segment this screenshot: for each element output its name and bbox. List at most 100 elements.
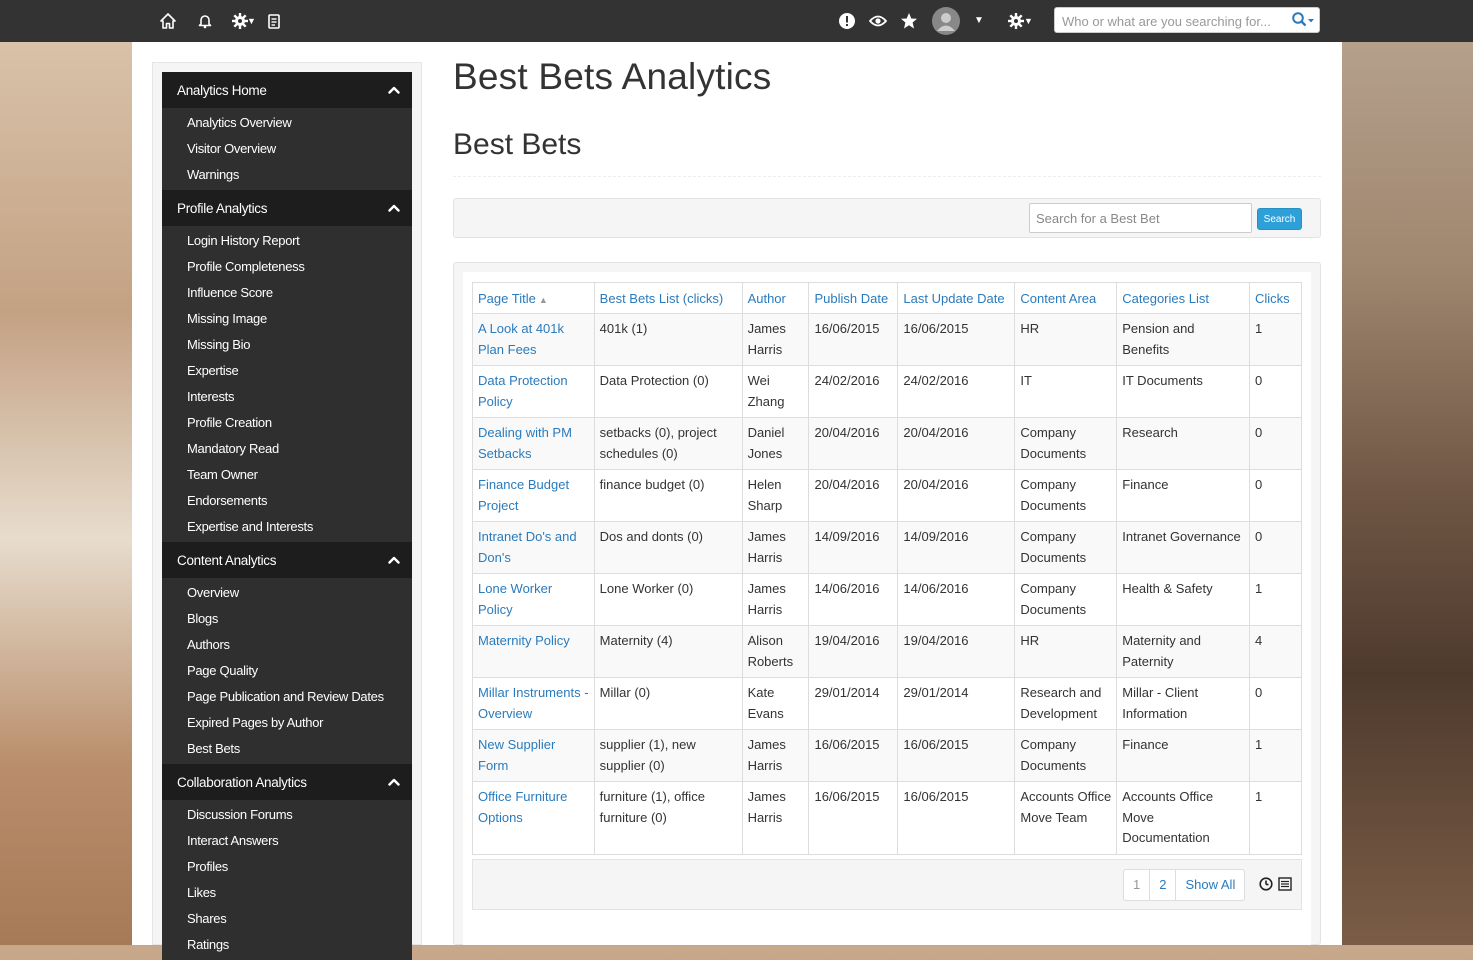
sidebar-section-header[interactable]: Analytics Home — [162, 72, 412, 108]
alert-icon[interactable] — [835, 9, 859, 33]
table-cell: Lone Worker (0) — [593, 573, 743, 626]
column-header[interactable]: Page Title ▲ — [472, 282, 595, 314]
sidebar-section-title: Analytics Home — [177, 82, 267, 98]
table-row: Millar Instruments - Overview Millar (0) K… — [472, 677, 1303, 730]
table-cell: supplier (1), new supplier (0) — [593, 729, 743, 782]
table-cell: Wei Zhang — [741, 365, 810, 418]
sidebar-item[interactable]: Authors — [162, 632, 412, 658]
sidebar-item[interactable]: Best Bets — [162, 736, 412, 762]
chevron-down-icon[interactable]: ▼ — [247, 16, 256, 26]
table-cell: 14/06/2016 — [897, 573, 1016, 626]
sidebar-item[interactable]: Influence Score — [162, 280, 412, 306]
page-title-link[interactable]: Office Furniture Options — [472, 781, 595, 855]
table-cell: HR — [1014, 313, 1118, 366]
section-title: Best Bets — [453, 128, 582, 161]
page-title-link[interactable]: Maternity Policy — [472, 625, 595, 678]
page-title-link[interactable]: Millar Instruments - Overview — [472, 677, 595, 730]
sidebar-item[interactable]: Missing Bio — [162, 332, 412, 358]
page-title-link[interactable]: Data Protection Policy — [472, 365, 595, 418]
table-cell: IT — [1014, 365, 1118, 418]
table-cell: James Harris — [741, 729, 810, 782]
column-header[interactable]: Content Area — [1014, 282, 1118, 314]
page-title-link[interactable]: Intranet Do's and Don's — [472, 521, 595, 574]
column-header[interactable]: Categories List — [1116, 282, 1250, 314]
table-cell: James Harris — [741, 781, 810, 855]
avatar[interactable] — [931, 6, 961, 36]
table-cell: 16/06/2015 — [808, 781, 899, 855]
table-cell: Finance — [1116, 729, 1250, 782]
eye-icon[interactable] — [866, 9, 890, 33]
column-header[interactable]: Clicks — [1248, 282, 1303, 314]
page-title-link[interactable]: Lone Worker Policy — [472, 573, 595, 626]
page-1-link[interactable]: 1 — [1124, 870, 1151, 900]
sidebar-item[interactable]: Login History Report — [162, 228, 412, 254]
chevron-down-icon[interactable]: ▼ — [1024, 16, 1033, 26]
column-header-label: Categories List — [1122, 290, 1209, 306]
sidebar-item[interactable]: Analytics Overview — [162, 110, 412, 136]
chevron-down-icon[interactable]: ▼ — [974, 15, 984, 26]
sidebar-item[interactable]: Expired Pages by Author — [162, 710, 412, 736]
list-icon[interactable] — [1278, 877, 1292, 894]
sidebar-section-header[interactable]: Content Analytics — [162, 542, 412, 578]
sidebar-item[interactable]: Expertise — [162, 358, 412, 384]
sidebar-item[interactable]: Profile Creation — [162, 410, 412, 436]
show-all-link[interactable]: Show All — [1176, 870, 1244, 900]
table-cell: 14/09/2016 — [897, 521, 1016, 574]
sidebar-section-title: Collaboration Analytics — [177, 774, 307, 790]
page-title-link[interactable]: New Supplier Form — [472, 729, 595, 782]
column-header[interactable]: Publish Date — [808, 282, 899, 314]
chevron-up-icon[interactable] — [376, 778, 412, 786]
column-header-label: Author — [747, 290, 786, 306]
chevron-up-icon[interactable] — [376, 204, 412, 212]
sidebar-item[interactable]: Profile Completeness — [162, 254, 412, 280]
sidebar-item[interactable]: Ratings — [162, 932, 412, 958]
best-bet-search-input[interactable] — [1029, 203, 1252, 233]
sidebar-item[interactable]: Visitor Overview — [162, 136, 412, 162]
sidebar-item[interactable]: Overview — [162, 580, 412, 606]
search-icon[interactable] — [1291, 11, 1315, 32]
clock-icon[interactable] — [1259, 877, 1273, 894]
table-cell: Research and Development — [1014, 677, 1118, 730]
sidebar-item[interactable]: Team Owner — [162, 462, 412, 488]
pagination: 1 2 Show All — [1123, 869, 1246, 901]
bell-icon[interactable] — [193, 9, 217, 33]
sidebar-item[interactable]: Likes — [162, 880, 412, 906]
home-icon[interactable] — [156, 9, 180, 33]
table-cell: Finance — [1116, 469, 1250, 522]
search-button[interactable]: Search — [1257, 208, 1302, 230]
column-header[interactable]: Author — [741, 282, 810, 314]
chevron-up-icon[interactable] — [376, 86, 412, 94]
sidebar-section-list: Analytics Overview Visitor Overview Warnin… — [162, 108, 412, 190]
chevron-up-icon[interactable] — [376, 556, 412, 564]
sidebar-item[interactable]: Missing Image — [162, 306, 412, 332]
page-2-link[interactable]: 2 — [1150, 870, 1177, 900]
sidebar-item[interactable]: Shares — [162, 906, 412, 932]
star-icon[interactable] — [897, 9, 921, 33]
sidebar-item[interactable]: Endorsements — [162, 488, 412, 514]
table-cell: HR — [1014, 625, 1118, 678]
sidebar-item[interactable]: Blogs — [162, 606, 412, 632]
column-header[interactable]: Best Bets List (clicks) — [593, 282, 743, 314]
table-cell: James Harris — [741, 573, 810, 626]
global-search-input[interactable] — [1060, 8, 1292, 34]
page-title-link[interactable]: Dealing with PM Setbacks — [472, 417, 595, 470]
table-cell: James Harris — [741, 521, 810, 574]
sidebar-item[interactable]: Warnings — [162, 162, 412, 188]
sidebar-item[interactable]: Page Quality — [162, 658, 412, 684]
notes-icon[interactable] — [262, 9, 286, 33]
page-title-link[interactable]: Finance Budget Project — [472, 469, 595, 522]
sidebar-item[interactable]: Interests — [162, 384, 412, 410]
sidebar-item[interactable]: Mandatory Read — [162, 436, 412, 462]
sidebar-section-header[interactable]: Collaboration Analytics — [162, 764, 412, 800]
sidebar-item[interactable]: Page Publication and Review Dates — [162, 684, 412, 710]
sidebar-section-header[interactable]: Profile Analytics — [162, 190, 412, 226]
column-header[interactable]: Last Update Date — [897, 282, 1016, 314]
sidebar-item[interactable]: Profiles — [162, 854, 412, 880]
sidebar-section-title: Profile Analytics — [177, 200, 268, 216]
column-header-label: Content Area — [1020, 290, 1097, 306]
sidebar-item[interactable]: Expertise and Interests — [162, 514, 412, 540]
page-title-link[interactable]: A Look at 401k Plan Fees — [472, 313, 595, 366]
sidebar-item[interactable]: Discussion Forums — [162, 802, 412, 828]
sort-ascending-icon[interactable]: ▲ — [539, 295, 548, 305]
sidebar-item[interactable]: Interact Answers — [162, 828, 412, 854]
